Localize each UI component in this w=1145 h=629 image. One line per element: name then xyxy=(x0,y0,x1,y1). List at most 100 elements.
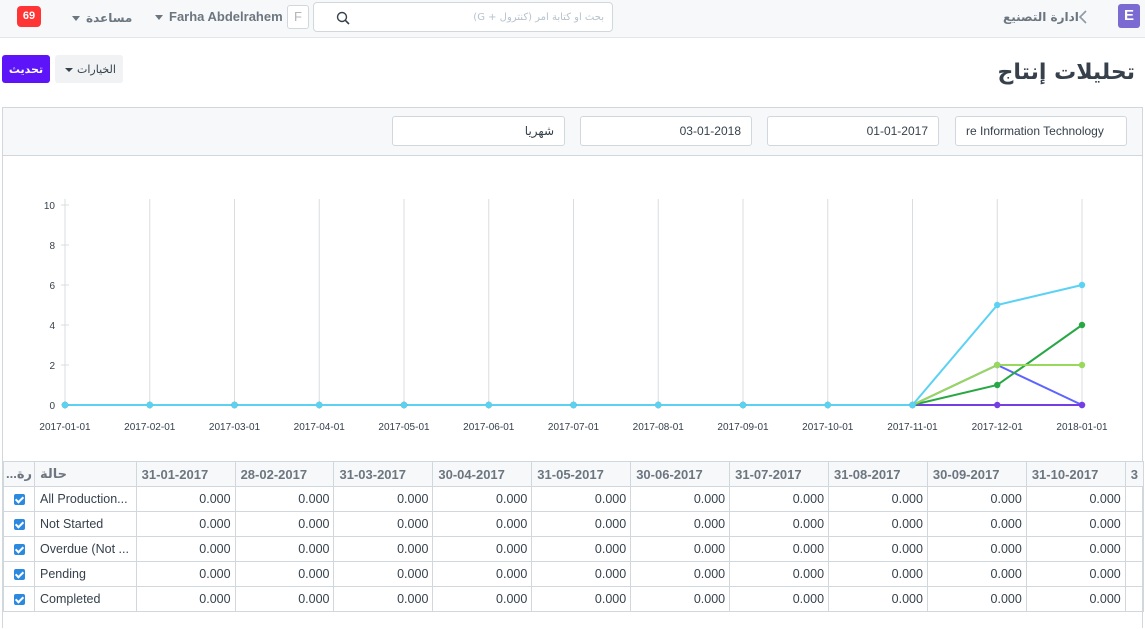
data-point[interactable] xyxy=(1078,401,1086,409)
data-point[interactable] xyxy=(570,401,577,409)
row-checkbox[interactable] xyxy=(13,494,25,506)
column-header-date[interactable]: 31-03-2017 xyxy=(333,461,434,487)
value-cell: 0.000 xyxy=(234,561,335,587)
data-point[interactable] xyxy=(824,401,831,409)
value-cell: 0.000 xyxy=(729,486,830,512)
value-cell: 0.000 xyxy=(333,511,434,537)
value-cell xyxy=(1124,486,1144,512)
user-menu[interactable]: Farha Abdelrahem xyxy=(155,9,283,24)
refresh-button[interactable]: تحديث xyxy=(2,55,50,83)
search-input[interactable] xyxy=(354,7,604,27)
data-point[interactable] xyxy=(316,401,323,409)
column-header-date[interactable]: 3 xyxy=(1124,461,1144,487)
data-point[interactable] xyxy=(400,401,408,409)
value-cell: 0.000 xyxy=(828,561,928,587)
x-tick-label: 2017-06-01 xyxy=(463,422,515,433)
column-header-status[interactable]: حالة xyxy=(34,461,137,487)
value-cell: 0.000 xyxy=(828,511,928,537)
y-tick-label: 6 xyxy=(49,281,55,292)
user-name: Farha Abdelrahem xyxy=(169,9,283,24)
value-cell: 0.000 xyxy=(1025,536,1126,562)
data-point[interactable] xyxy=(1078,321,1086,329)
value-cell: 0.000 xyxy=(531,486,632,512)
y-tick-label: 2 xyxy=(49,361,55,372)
value-cell: 0.000 xyxy=(531,536,632,562)
y-tick-label: 0 xyxy=(49,401,55,412)
data-point[interactable] xyxy=(1078,281,1086,289)
row-checkbox[interactable] xyxy=(13,544,25,556)
range-filter[interactable]: شهريا xyxy=(392,116,565,146)
column-header-date[interactable]: 31-08-2017 xyxy=(828,461,928,487)
row-checkbox-cell xyxy=(3,511,36,537)
value-cell: 0.000 xyxy=(135,586,236,612)
x-tick-label: 2017-10-01 xyxy=(802,422,854,433)
data-point[interactable] xyxy=(655,401,662,409)
to-date-filter[interactable]: 03-01-2018 xyxy=(580,116,752,146)
options-button[interactable]: الخيارات xyxy=(55,55,123,83)
data-point[interactable] xyxy=(485,401,492,409)
value-cell: 0.000 xyxy=(1025,486,1126,512)
value-cell: 0.000 xyxy=(1025,586,1126,612)
table-row: Not Started 0.000 0.000 0.000 0.000 0.000 0.00… xyxy=(3,511,1144,537)
row-checkbox[interactable] xyxy=(13,569,25,581)
column-header-date[interactable]: 31-07-2017 xyxy=(729,461,830,487)
data-point[interactable] xyxy=(994,361,1001,369)
value-cell xyxy=(1124,536,1144,562)
column-header-date[interactable]: 28-02-2017 xyxy=(234,461,335,487)
data-point[interactable] xyxy=(994,401,1001,409)
column-header-date[interactable]: 31-10-2017 xyxy=(1025,461,1126,487)
avatar[interactable]: F xyxy=(287,5,309,29)
x-tick-label: 2017-05-01 xyxy=(378,422,430,433)
column-header-date[interactable]: 30-09-2017 xyxy=(926,461,1027,487)
search-bar[interactable] xyxy=(313,2,613,32)
options-label: الخيارات xyxy=(77,62,116,76)
value-cell: 0.000 xyxy=(135,486,236,512)
value-cell: 0.000 xyxy=(630,536,731,562)
value-cell: 0.000 xyxy=(828,486,928,512)
column-header-date[interactable]: 30-04-2017 xyxy=(432,461,533,487)
value-cell: 0.000 xyxy=(333,586,434,612)
column-header-date[interactable]: 30-06-2017 xyxy=(630,461,731,487)
breadcrumb[interactable]: ادارة التصنيع xyxy=(1003,10,1079,24)
table-row: All Production... 0.000 0.000 0.000 0.000 0.0… xyxy=(3,486,1144,512)
column-header-select[interactable]: ...رة xyxy=(3,461,36,487)
from-date-filter[interactable]: 01-01-2017 xyxy=(767,116,939,146)
help-label: مساعدة xyxy=(86,11,133,25)
value-cell: 0.000 xyxy=(432,536,533,562)
x-tick-label: 2017-09-01 xyxy=(717,422,769,433)
row-checkbox-cell xyxy=(3,561,36,587)
status-cell: Not Started xyxy=(34,511,137,537)
data-point[interactable] xyxy=(739,401,747,409)
x-tick-label: 2018-01-01 xyxy=(1056,422,1108,433)
row-checkbox[interactable] xyxy=(13,519,25,531)
notification-badge[interactable]: 69 xyxy=(17,6,41,27)
data-point[interactable] xyxy=(994,381,1001,389)
row-checkbox-cell xyxy=(3,536,36,562)
data-point[interactable] xyxy=(61,401,69,409)
data-point[interactable] xyxy=(994,301,1001,309)
value-cell: 0.000 xyxy=(432,586,533,612)
value-cell: 0.000 xyxy=(828,536,928,562)
value-cell: 0.000 xyxy=(333,561,434,587)
value-cell: 0.000 xyxy=(630,561,731,587)
data-point[interactable] xyxy=(146,401,153,409)
value-cell xyxy=(1124,561,1144,587)
chevron-down-icon xyxy=(72,16,80,22)
line-chart: 0 2 4 6 8 10 2017-01-01 2017-02-01 2017-03-01 201… xyxy=(39,199,1108,433)
x-tick-label: 2017-07-01 xyxy=(548,422,600,433)
report-container: re Information Technology 01-01-2017 03-… xyxy=(2,107,1144,628)
status-cell: Completed xyxy=(34,586,137,612)
company-filter[interactable]: re Information Technology xyxy=(955,116,1127,146)
column-header-date[interactable]: 31-01-2017 xyxy=(135,461,236,487)
y-tick-label: 4 xyxy=(49,321,55,332)
data-point[interactable] xyxy=(1078,361,1086,369)
value-cell: 0.000 xyxy=(531,586,632,612)
row-checkbox[interactable] xyxy=(13,594,25,606)
column-header-date[interactable]: 31-05-2017 xyxy=(531,461,632,487)
page-title: تحليلات إنتاج xyxy=(997,60,1135,85)
data-point[interactable] xyxy=(909,401,916,409)
app-logo[interactable]: E xyxy=(1118,4,1140,28)
data-point[interactable] xyxy=(231,401,238,409)
help-menu[interactable]: مساعدة xyxy=(72,11,132,25)
value-cell: 0.000 xyxy=(630,586,731,612)
